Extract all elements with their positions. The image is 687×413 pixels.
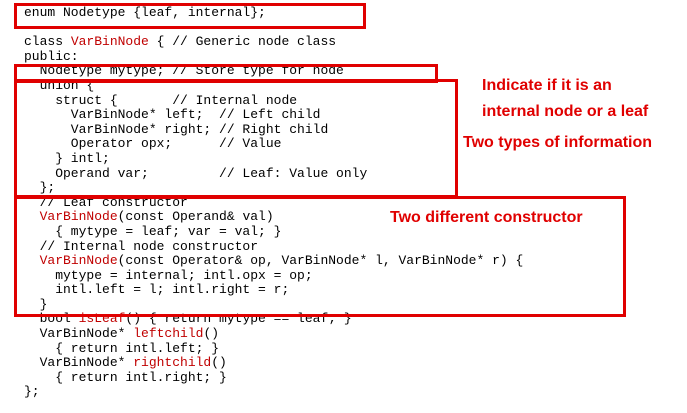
code-text: } — [24, 296, 48, 312]
code-identifier: isLeaf — [78, 311, 126, 327]
code-text: intl.left = l; intl.right = r; — [24, 282, 290, 298]
code-text: union { — [24, 77, 95, 93]
code-line: struct { // Internal node — [24, 92, 523, 109]
code-line: { return intl.left; } — [24, 340, 523, 357]
code-text: // Leaf constructor — [24, 194, 188, 210]
code-line: VarBinNode(const Operator& op, VarBinNod… — [24, 253, 524, 269]
code-identifier: VarBinNode — [70, 34, 149, 50]
code-identifier: VarBinNode — [39, 253, 118, 269]
code-text: () — [203, 326, 220, 342]
code-line: VarBinNode* right; // Right child — [24, 121, 523, 138]
code-text: } intl; — [24, 150, 110, 166]
code-text: }; — [24, 180, 56, 196]
code-line: { return intl.right; } — [24, 369, 523, 386]
node-indicator-annotation: Indicate if it is an internal node or a … — [482, 73, 648, 125]
code-line: Operand var; // Leaf: Value only — [24, 165, 523, 182]
code-text: (const Operand& val) — [117, 209, 274, 225]
code-text: bool — [24, 311, 79, 327]
code-line: } — [24, 296, 523, 313]
code-text: class — [24, 34, 71, 50]
code-text: public: — [24, 48, 79, 64]
code-text: () — [211, 355, 227, 371]
code-text: VarBinNode* — [24, 326, 134, 342]
code-line: VarBinNode* left; // Left child — [24, 107, 523, 123]
code-text: Nodetype mytype; // Store type for node — [24, 63, 344, 79]
code-line: intl.left = l; intl.right = r; — [24, 282, 523, 298]
code-text: Operand var; // Leaf: Value only — [24, 165, 368, 181]
code-line: } intl; — [24, 150, 523, 167]
code-line: }; — [24, 385, 523, 400]
code-listing: enum Nodetype {leaf, internal}; class Var… — [24, 5, 524, 400]
node-indicator-line1: Indicate if it is an — [482, 77, 612, 94]
code-line: bool isLeaf() { return mytype == leaf; } — [24, 312, 523, 327]
code-text: { // Generic node class — [148, 34, 337, 50]
code-line: Operator opx; // Value — [24, 137, 523, 152]
code-line: Nodetype mytype; // Store type for node — [24, 64, 523, 79]
code-text: { return intl.right; } — [24, 369, 227, 385]
code-text: VarBinNode* right; // Right child — [24, 121, 329, 137]
code-identifier: VarBinNode — [39, 209, 118, 225]
code-line: VarBinNode* leftchild() — [24, 326, 523, 342]
code-text: (const Operator& op, VarBinNode* l, VarB… — [117, 253, 524, 269]
code-text: () { return mytype == leaf; } — [125, 311, 352, 327]
code-text: mytype = internal; intl.opx = op; — [24, 267, 313, 283]
code-text: struct { // Internal node — [24, 92, 298, 108]
code-line: union { — [24, 77, 523, 94]
code-line: mytype = internal; intl.opx = op; — [24, 267, 523, 284]
node-indicator-line2: internal node or a leaf — [482, 103, 649, 120]
code-text: // Internal node constructor — [24, 238, 259, 254]
code-line: // Internal node constructor — [24, 238, 523, 255]
constructors-annotation: Two different constructor — [390, 209, 583, 226]
code-line: class VarBinNode { // Generic node class — [24, 34, 523, 50]
code-text: { return intl.left; } — [24, 340, 220, 356]
code-text: enum Nodetype {leaf, internal}; — [24, 5, 266, 20]
code-text: { mytype = leaf; var = val; } — [24, 223, 282, 239]
code-text: VarBinNode* — [24, 355, 134, 371]
info-types-annotation: Two types of information — [463, 134, 653, 151]
code-line: }; — [24, 180, 523, 196]
code-text: }; — [24, 384, 40, 400]
code-line: public: — [24, 48, 523, 65]
code-line: enum Nodetype {leaf, internal}; — [24, 5, 523, 21]
code-identifier: leftchild — [133, 326, 204, 342]
code-text: Operator opx; // Value — [24, 136, 282, 152]
code-line: VarBinNode* rightchild() — [24, 355, 523, 371]
code-text: VarBinNode* left; // Left child — [24, 107, 321, 123]
code-identifier: rightchild — [133, 355, 212, 371]
